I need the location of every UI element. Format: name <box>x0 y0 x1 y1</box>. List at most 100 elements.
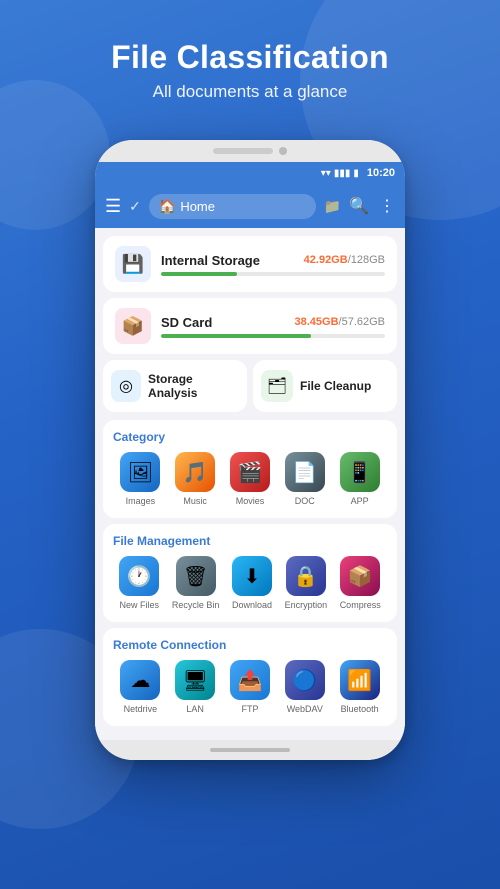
webdav-item[interactable]: 🔵 WebDAV <box>285 660 325 714</box>
recycle-bin-item[interactable]: 🗑 Recycle Bin <box>172 556 220 610</box>
file-management-title: File Management <box>113 534 387 548</box>
lan-icon: 🖥 <box>175 660 215 700</box>
music-item[interactable]: 🎵 Music <box>175 452 215 506</box>
recycle-bin-icon: 🗑 <box>176 556 216 596</box>
page-title: File Classification <box>20 38 480 76</box>
sd-progress-bg <box>161 334 385 338</box>
movies-label: Movies <box>236 496 265 506</box>
netdrive-icon: ☁ <box>120 660 160 700</box>
doc-icon: 📄 <box>285 452 325 492</box>
encryption-icon: 🔒 <box>286 556 326 596</box>
images-item[interactable]: 🖼 Images <box>120 452 160 506</box>
status-icons: ▾▾ ▮▮▮ ▮ <box>321 168 359 179</box>
phone-mockup: ▾▾ ▮▮▮ ▮ 10:20 ☰ ✓ 🏠 Home 📁 🔍 ⋮ 💾 Intern… <box>95 140 405 760</box>
file-cleanup-btn[interactable]: 🗂 File Cleanup <box>253 360 397 412</box>
bluetooth-item[interactable]: 📶 Bluetooth <box>340 660 380 714</box>
doc-item[interactable]: 📄 DOC <box>285 452 325 506</box>
sd-card-name: SD Card <box>161 315 212 330</box>
wifi-icon: ▾▾ <box>321 168 331 179</box>
new-files-item[interactable]: 🕐 New Files <box>119 556 159 610</box>
recycle-bin-label: Recycle Bin <box>172 600 220 610</box>
internal-storage-info: Internal Storage 42.92GB/128GB <box>161 253 385 276</box>
new-files-icon: 🕐 <box>119 556 159 596</box>
sd-card-icon: 📦 <box>115 308 151 344</box>
phone-top-bar <box>95 140 405 162</box>
movies-item[interactable]: 🎬 Movies <box>230 452 270 506</box>
file-cleanup-icon: 🗂 <box>261 370 293 402</box>
images-icon: 🖼 <box>120 452 160 492</box>
compress-label: Compress <box>340 600 381 610</box>
new-files-label: New Files <box>120 600 160 610</box>
battery-icon: ▮ <box>353 168 359 179</box>
phone-bottom-bar <box>95 740 405 760</box>
check-icon[interactable]: ✓ <box>129 198 141 215</box>
encryption-label: Encryption <box>285 600 328 610</box>
internal-progress-bg <box>161 272 385 276</box>
internal-progress-fill <box>161 272 237 276</box>
storage-analysis-label: Storage Analysis <box>148 372 239 400</box>
home-breadcrumb[interactable]: 🏠 Home <box>149 194 316 219</box>
remote-connection-section: Remote Connection ☁ Netdrive 🖥 LAN 📤 FTP… <box>103 628 397 726</box>
internal-storage-name: Internal Storage <box>161 253 260 268</box>
compress-item[interactable]: 📦 Compress <box>340 556 381 610</box>
remote-connection-grid: ☁ Netdrive 🖥 LAN 📤 FTP 🔵 WebDAV 📶 <box>113 660 387 714</box>
download-label: Download <box>232 600 272 610</box>
images-label: Images <box>126 496 156 506</box>
home-indicator <box>210 748 290 752</box>
compress-icon: 📦 <box>340 556 380 596</box>
folder-icon: 📁 <box>324 198 341 215</box>
sd-progress-fill <box>161 334 311 338</box>
home-label: Home <box>180 199 215 214</box>
app-bar: ☰ ✓ 🏠 Home 📁 🔍 ⋮ <box>95 184 405 228</box>
category-section: Category 🖼 Images 🎵 Music 🎬 Movies 📄 DOC <box>103 420 397 518</box>
webdav-icon: 🔵 <box>285 660 325 700</box>
file-management-grid: 🕐 New Files 🗑 Recycle Bin ⬇ Download 🔒 E… <box>113 556 387 610</box>
download-item[interactable]: ⬇ Download <box>232 556 272 610</box>
encryption-item[interactable]: 🔒 Encryption <box>285 556 328 610</box>
phone-speaker <box>213 148 273 154</box>
app-item[interactable]: 📱 APP <box>340 452 380 506</box>
internal-storage-card[interactable]: 💾 Internal Storage 42.92GB/128GB <box>103 236 397 292</box>
lan-item[interactable]: 🖥 LAN <box>175 660 215 714</box>
internal-storage-size: 42.92GB/128GB <box>304 254 385 266</box>
sd-card-info: SD Card 38.45GB/57.62GB <box>161 315 385 338</box>
lan-label: LAN <box>186 704 204 714</box>
netdrive-item[interactable]: ☁ Netdrive <box>120 660 160 714</box>
app-icon: 📱 <box>340 452 380 492</box>
remote-connection-title: Remote Connection <box>113 638 387 652</box>
menu-icon[interactable]: ☰ <box>105 196 121 217</box>
category-title: Category <box>113 430 387 444</box>
file-cleanup-label: File Cleanup <box>300 379 371 393</box>
app-bar-actions: 🔍 ⋮ <box>349 196 395 216</box>
search-icon[interactable]: 🔍 <box>349 196 369 216</box>
phone-camera <box>279 147 287 155</box>
phone-content: 💾 Internal Storage 42.92GB/128GB 📦 SD Ca… <box>95 228 405 740</box>
app-label: APP <box>351 496 369 506</box>
sd-card-size: 38.45GB/57.62GB <box>294 316 385 328</box>
sd-card-card[interactable]: 📦 SD Card 38.45GB/57.62GB <box>103 298 397 354</box>
music-icon: 🎵 <box>175 452 215 492</box>
page-subtitle: All documents at a glance <box>20 82 480 102</box>
home-icon: 🏠 <box>159 198 176 215</box>
netdrive-label: Netdrive <box>124 704 158 714</box>
ftp-item[interactable]: 📤 FTP <box>230 660 270 714</box>
bluetooth-label: Bluetooth <box>341 704 379 714</box>
music-label: Music <box>183 496 207 506</box>
more-icon[interactable]: ⋮ <box>379 196 395 216</box>
quick-actions: ◎ Storage Analysis 🗂 File Cleanup <box>103 360 397 412</box>
internal-storage-icon: 💾 <box>115 246 151 282</box>
category-grid: 🖼 Images 🎵 Music 🎬 Movies 📄 DOC 📱 <box>113 452 387 506</box>
ftp-icon: 📤 <box>230 660 270 700</box>
storage-analysis-icon: ◎ <box>111 370 141 402</box>
webdav-label: WebDAV <box>287 704 323 714</box>
status-bar: ▾▾ ▮▮▮ ▮ 10:20 <box>95 162 405 184</box>
bluetooth-icon: 📶 <box>340 660 380 700</box>
signal-icon: ▮▮▮ <box>334 168 351 179</box>
movies-icon: 🎬 <box>230 452 270 492</box>
file-management-section: File Management 🕐 New Files 🗑 Recycle Bi… <box>103 524 397 622</box>
status-time: 10:20 <box>367 167 395 179</box>
ftp-label: FTP <box>241 704 258 714</box>
doc-label: DOC <box>295 496 315 506</box>
storage-analysis-btn[interactable]: ◎ Storage Analysis <box>103 360 247 412</box>
download-icon: ⬇ <box>232 556 272 596</box>
